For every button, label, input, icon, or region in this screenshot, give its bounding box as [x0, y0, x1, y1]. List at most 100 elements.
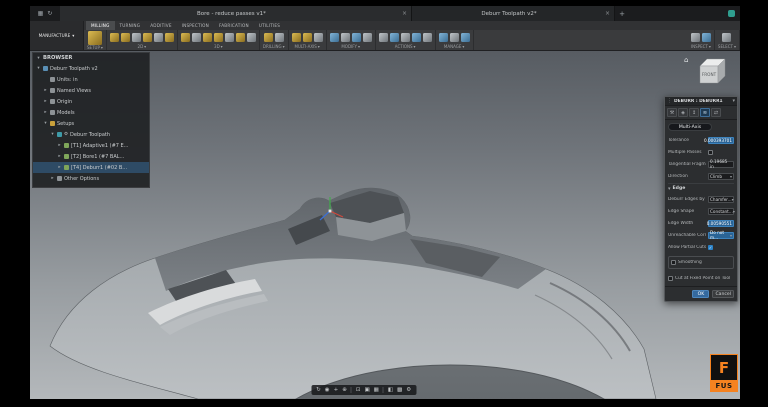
fixed-point-checkbox[interactable] — [668, 276, 673, 281]
linking-tab-icon[interactable]: ⇄ — [711, 108, 721, 117]
browser-item-other-options[interactable]: ▸ Other Options — [33, 173, 149, 184]
tangential-fragment-input[interactable]: 0.19685 in — [708, 161, 734, 168]
new-tab-button[interactable]: + — [615, 6, 629, 21]
tolerance-input[interactable]: 0.000393701 — [708, 137, 734, 144]
modify-icon[interactable] — [341, 33, 350, 42]
manage-icon[interactable] — [461, 33, 470, 42]
heights-tab-icon[interactable]: ↕ — [689, 108, 699, 117]
expand-caret-icon[interactable]: ▸ — [43, 99, 48, 104]
view-cube-canvas[interactable]: FRONT — [690, 54, 728, 88]
passes-tab-icon[interactable]: ≋ — [700, 108, 710, 117]
browser-item-deburr1[interactable]: ▸ [T4] Deburr1 (#02 B... — [33, 162, 149, 173]
2d-toolpath-icon[interactable] — [121, 33, 130, 42]
3d-toolpath-icon[interactable] — [181, 33, 190, 42]
workspace-selector[interactable]: MANUFACTURE ▾ — [30, 21, 84, 50]
close-icon[interactable]: × — [605, 10, 610, 17]
group-label-multi-axis[interactable]: MULTI-AXIS ▾ — [295, 43, 320, 50]
tab-milling[interactable]: MILLING — [86, 21, 115, 30]
multi-axis-icon[interactable] — [292, 33, 301, 42]
select-icon[interactable] — [722, 33, 731, 42]
chevron-down-icon[interactable]: ▾ — [732, 98, 735, 104]
action-icon[interactable] — [390, 33, 399, 42]
collapse-caret-icon[interactable]: ▾ — [36, 56, 41, 61]
drilling-icon[interactable] — [275, 33, 284, 42]
group-label-drilling[interactable]: DRILLING ▾ — [263, 43, 285, 50]
expand-caret-icon[interactable]: ▸ — [43, 110, 48, 115]
document-tab-bore[interactable]: Bore - reduce passes v1* × — [60, 6, 412, 21]
browser-item-models[interactable]: ▸ Models — [33, 107, 149, 118]
tab-turning[interactable]: TURNING — [115, 21, 146, 30]
smoothing-checkbox[interactable] — [671, 260, 676, 265]
3d-toolpath-icon[interactable] — [214, 33, 223, 42]
tab-inspection[interactable]: INSPECTION — [177, 21, 214, 30]
app-grid-icon[interactable]: ▦ — [38, 10, 44, 17]
pan-icon[interactable]: + — [334, 387, 339, 393]
expand-caret-icon[interactable]: ▸ — [57, 143, 62, 148]
expand-caret-icon[interactable]: ▾ — [43, 121, 48, 126]
edge-shape-select[interactable]: Constant... ▾ — [708, 208, 734, 215]
2d-toolpath-icon[interactable] — [143, 33, 152, 42]
expand-caret-icon[interactable]: ▾ — [36, 66, 41, 71]
cancel-button[interactable]: Cancel — [712, 290, 734, 298]
new-setup-icon[interactable] — [88, 31, 102, 45]
direction-select[interactable]: Climb ▾ — [708, 173, 734, 180]
multiple-passes-checkbox[interactable] — [708, 150, 713, 155]
deburr-edges-by-select[interactable]: Chamfer... ▾ — [708, 196, 734, 203]
3d-toolpath-icon[interactable] — [203, 33, 212, 42]
unreachable-corner-select[interactable]: Do not m... ▾ — [708, 232, 734, 239]
look-at-icon[interactable]: ◉ — [325, 387, 330, 393]
multi-axis-icon[interactable] — [303, 33, 312, 42]
multi-axis-icon[interactable] — [314, 33, 323, 42]
browser-item-origin[interactable]: ▸ Origin — [33, 96, 149, 107]
modify-icon[interactable] — [352, 33, 361, 42]
2d-toolpath-icon[interactable] — [132, 33, 141, 42]
browser-item-setups[interactable]: ▾ Setups — [33, 118, 149, 129]
dialog-header[interactable]: ⋮ DEBURR : DEBURR1 ▾ — [665, 97, 737, 106]
action-icon[interactable] — [423, 33, 432, 42]
group-label-select[interactable]: SELECT ▾ — [718, 43, 736, 50]
browser-item-setup-deburr[interactable]: ▾ ⚙ Deburr Toolpath — [33, 129, 149, 140]
edge-width-input[interactable]: 0.00590551 — [708, 220, 734, 227]
3d-toolpath-icon[interactable] — [236, 33, 245, 42]
group-label-2d[interactable]: 2D ▾ — [138, 43, 147, 50]
browser-item-named-views[interactable]: ▸ Named Views — [33, 85, 149, 96]
zoom-icon[interactable]: ⊕ — [342, 387, 347, 393]
browser-item-units[interactable]: Units: in — [33, 74, 149, 85]
manage-icon[interactable] — [450, 33, 459, 42]
3d-toolpath-icon[interactable] — [247, 33, 256, 42]
inspect-icon[interactable] — [691, 33, 700, 42]
action-icon[interactable] — [379, 33, 388, 42]
modify-icon[interactable] — [330, 33, 339, 42]
action-icon[interactable] — [412, 33, 421, 42]
history-icon[interactable]: ↻ — [47, 10, 52, 17]
browser-item-bore1[interactable]: ▸ [T2] Bore1 (#7 BAL... — [33, 151, 149, 162]
grid-snap-icon[interactable]: ▩ — [397, 387, 402, 393]
group-label-manage[interactable]: MANAGE ▾ — [444, 43, 465, 50]
drilling-icon[interactable] — [264, 33, 273, 42]
geometry-tab-icon[interactable]: ◈ — [678, 108, 688, 117]
fit-icon[interactable]: ▣ — [364, 387, 369, 393]
tool-tab-icon[interactable]: ⚒ — [667, 108, 677, 117]
group-label-actions[interactable]: ACTIONS ▾ — [395, 43, 416, 50]
manage-icon[interactable] — [439, 33, 448, 42]
ok-button[interactable]: OK — [692, 290, 709, 298]
machined-part-model[interactable] — [50, 188, 656, 399]
2d-toolpath-icon[interactable] — [154, 33, 163, 42]
document-tab-deburr[interactable]: Deburr Toolpath v2* × — [412, 6, 615, 21]
browser-item-adaptive1[interactable]: ▸ [T1] Adaptive1 (#7 E... — [33, 140, 149, 151]
settings-icon[interactable]: ⚙ — [406, 387, 411, 393]
browser-item-root[interactable]: ▾ Deburr Toolpath v2 — [33, 63, 149, 74]
browser-header[interactable]: ▾ BROWSER — [33, 53, 149, 63]
group-label-setup[interactable]: SETUP ▾ — [87, 45, 103, 50]
close-icon[interactable]: × — [402, 10, 407, 17]
expand-caret-icon[interactable]: ▸ — [50, 176, 55, 181]
zoom-window-icon[interactable]: ⊡ — [356, 387, 361, 393]
expand-caret-icon[interactable]: ▸ — [43, 88, 48, 93]
home-icon[interactable]: ⌂ — [684, 56, 688, 64]
group-label-3d[interactable]: 3D ▾ — [214, 43, 223, 50]
edge-section-header[interactable]: ▾ Edge — [668, 183, 734, 193]
job-status-icon[interactable] — [728, 10, 735, 17]
2d-toolpath-icon[interactable] — [110, 33, 119, 42]
modify-icon[interactable] — [363, 33, 372, 42]
drag-grip-icon[interactable]: ⋮ — [667, 98, 672, 104]
